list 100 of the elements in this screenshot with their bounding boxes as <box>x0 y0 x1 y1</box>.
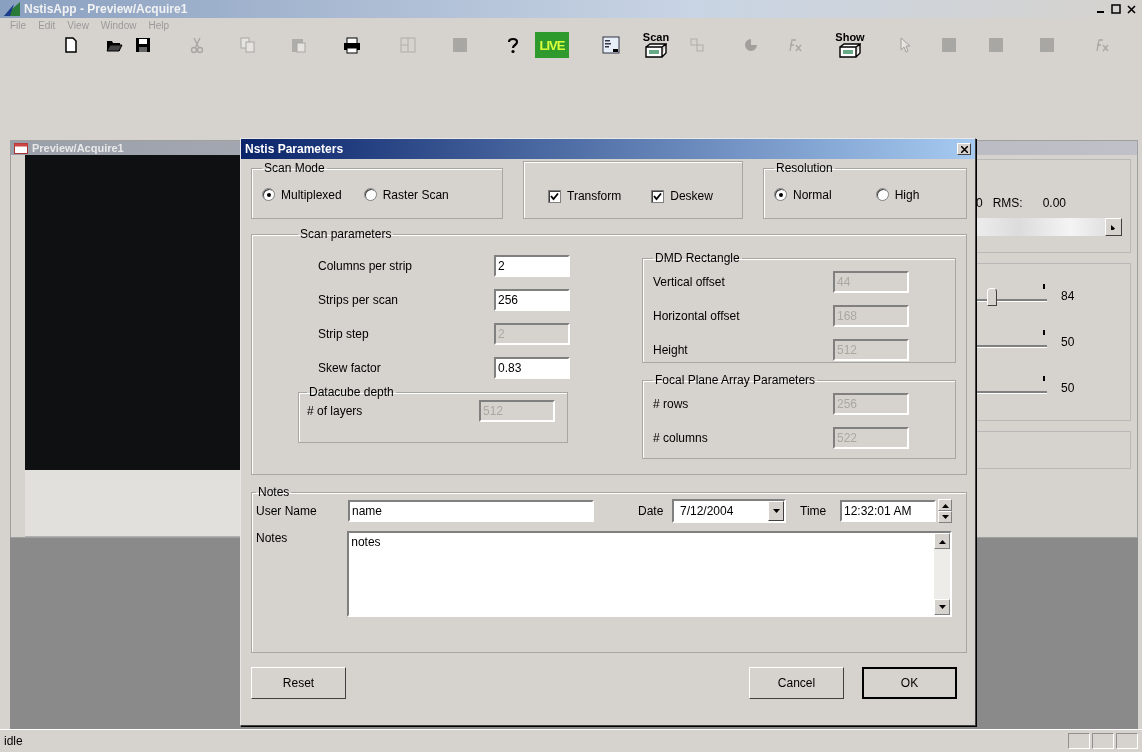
close-icon <box>1126 4 1136 14</box>
slider-reading: 50 <box>1061 335 1075 349</box>
field-label: User Name <box>256 504 318 518</box>
field-label: Skew factor <box>318 361 382 375</box>
field-label: # columns <box>653 431 709 445</box>
monitor-icon <box>602 36 620 54</box>
up-arrow-icon <box>941 502 949 508</box>
radio-button[interactable] <box>363 188 377 201</box>
field-label: Notes <box>256 531 289 545</box>
printer-icon <box>343 36 361 54</box>
scissors-icon <box>188 36 206 54</box>
child-window-title: Preview/Acquire1 <box>32 142 124 154</box>
new-file-icon <box>62 36 80 54</box>
time-field[interactable]: 12:32:01 AM <box>840 500 936 522</box>
dialog-title: Nstis Parameters <box>245 142 344 156</box>
rms-label: RMS: <box>992 196 1023 210</box>
checkbox-option[interactable]: Deskew <box>651 189 713 203</box>
close-button[interactable] <box>1124 2 1138 16</box>
right-arrow-icon <box>1110 224 1117 230</box>
spin-down-button[interactable] <box>938 511 952 523</box>
down-arrow-icon <box>938 604 946 610</box>
checkbox-label: Transform <box>567 189 622 203</box>
close-icon <box>960 145 968 153</box>
checkbox-option[interactable]: Transform <box>548 189 622 203</box>
square-icon <box>987 36 1005 54</box>
copy-icon <box>239 36 257 54</box>
field-label: # rows <box>653 397 690 411</box>
caret-icon <box>772 508 780 514</box>
function-icon <box>786 36 804 54</box>
field-label: # of layers <box>307 404 364 418</box>
checkbox[interactable] <box>548 189 561 203</box>
field-label: Columns per strip <box>318 259 414 273</box>
status-pane <box>1068 733 1090 749</box>
maximize-button[interactable] <box>1109 2 1123 16</box>
grid-icon <box>688 36 706 54</box>
scroll-right-button[interactable] <box>1105 218 1122 236</box>
group-label: Scan parameters <box>299 227 393 241</box>
checkbox[interactable] <box>651 189 665 203</box>
radio-button[interactable] <box>262 188 275 201</box>
text-field[interactable]: 2 <box>494 255 570 277</box>
status-pane <box>1092 733 1114 749</box>
app-icon <box>4 2 20 16</box>
rms-value: 0.00 <box>1042 196 1067 210</box>
function-icon <box>1093 36 1111 54</box>
square-icon <box>940 36 958 54</box>
window-title: NstisApp - Preview/Acquire1 <box>24 2 188 16</box>
field-label: Height <box>653 343 689 357</box>
close-button[interactable] <box>957 143 971 155</box>
radio-label: Raster Scan <box>382 187 449 202</box>
radio-label: Normal <box>793 187 832 202</box>
down-arrow-icon <box>941 514 949 520</box>
radio-option[interactable]: Multiplexed <box>262 187 342 202</box>
dialog-button[interactable]: Cancel <box>749 667 844 699</box>
status-text: idle <box>4 734 23 748</box>
slider-reading: 50 <box>1061 381 1075 395</box>
scrollbar[interactable] <box>934 533 950 615</box>
slider-reading: 84 <box>1061 289 1075 303</box>
maximize-icon <box>1111 4 1121 14</box>
radio-button[interactable] <box>774 188 787 201</box>
status-pane <box>1116 733 1138 749</box>
field-label: Date <box>638 504 665 518</box>
date-picker[interactable]: 7/12/2004 <box>672 499 786 523</box>
square-icon <box>451 36 469 54</box>
toolbar-button[interactable]: Show <box>836 32 864 58</box>
group-label: Notes <box>257 485 291 499</box>
box-icon <box>645 43 667 58</box>
radio-label: High <box>894 187 920 202</box>
checkbox-label: Deskew <box>670 189 713 203</box>
field-label: Strip step <box>318 327 370 341</box>
group-label: DMD Rectangle <box>654 251 741 265</box>
pie-icon <box>742 36 760 54</box>
field-label: Vertical offset <box>653 275 726 289</box>
radio-button[interactable] <box>875 188 889 201</box>
text-field[interactable]: 256 <box>494 289 570 311</box>
group-label: Focal Plane Array Parameters <box>654 373 817 387</box>
layout-icon <box>399 36 417 54</box>
clipboard-icon <box>289 36 307 54</box>
up-arrow-icon <box>938 538 946 544</box>
notes-field[interactable]: notes <box>347 531 952 617</box>
window-icon <box>14 142 28 154</box>
field-label: Strips per scan <box>318 293 400 307</box>
square-icon <box>1038 36 1056 54</box>
radio-option[interactable]: Raster Scan <box>363 187 449 202</box>
spin-up-button[interactable] <box>938 499 952 511</box>
group-label: Datacube depth <box>308 385 395 399</box>
radio-label: Multiplexed <box>281 187 342 202</box>
field-label: Horizontal offset <box>653 309 741 323</box>
rms-prefix: 0 <box>976 196 983 210</box>
dialog-button[interactable]: Reset <box>251 667 346 699</box>
group-label: Scan Mode <box>263 161 326 175</box>
field-label: Time <box>800 504 828 518</box>
toolbar-button[interactable]: Scan <box>642 32 670 58</box>
dropdown-button[interactable] <box>768 501 784 521</box>
text-field[interactable]: 0.83 <box>494 357 570 379</box>
user-name-field[interactable]: name <box>348 500 594 522</box>
ok-button[interactable]: OK <box>862 667 957 699</box>
group-label: Resolution <box>775 161 834 175</box>
radio-option[interactable]: Normal <box>774 187 832 202</box>
box-icon <box>839 43 861 58</box>
radio-option[interactable]: High <box>875 187 920 202</box>
